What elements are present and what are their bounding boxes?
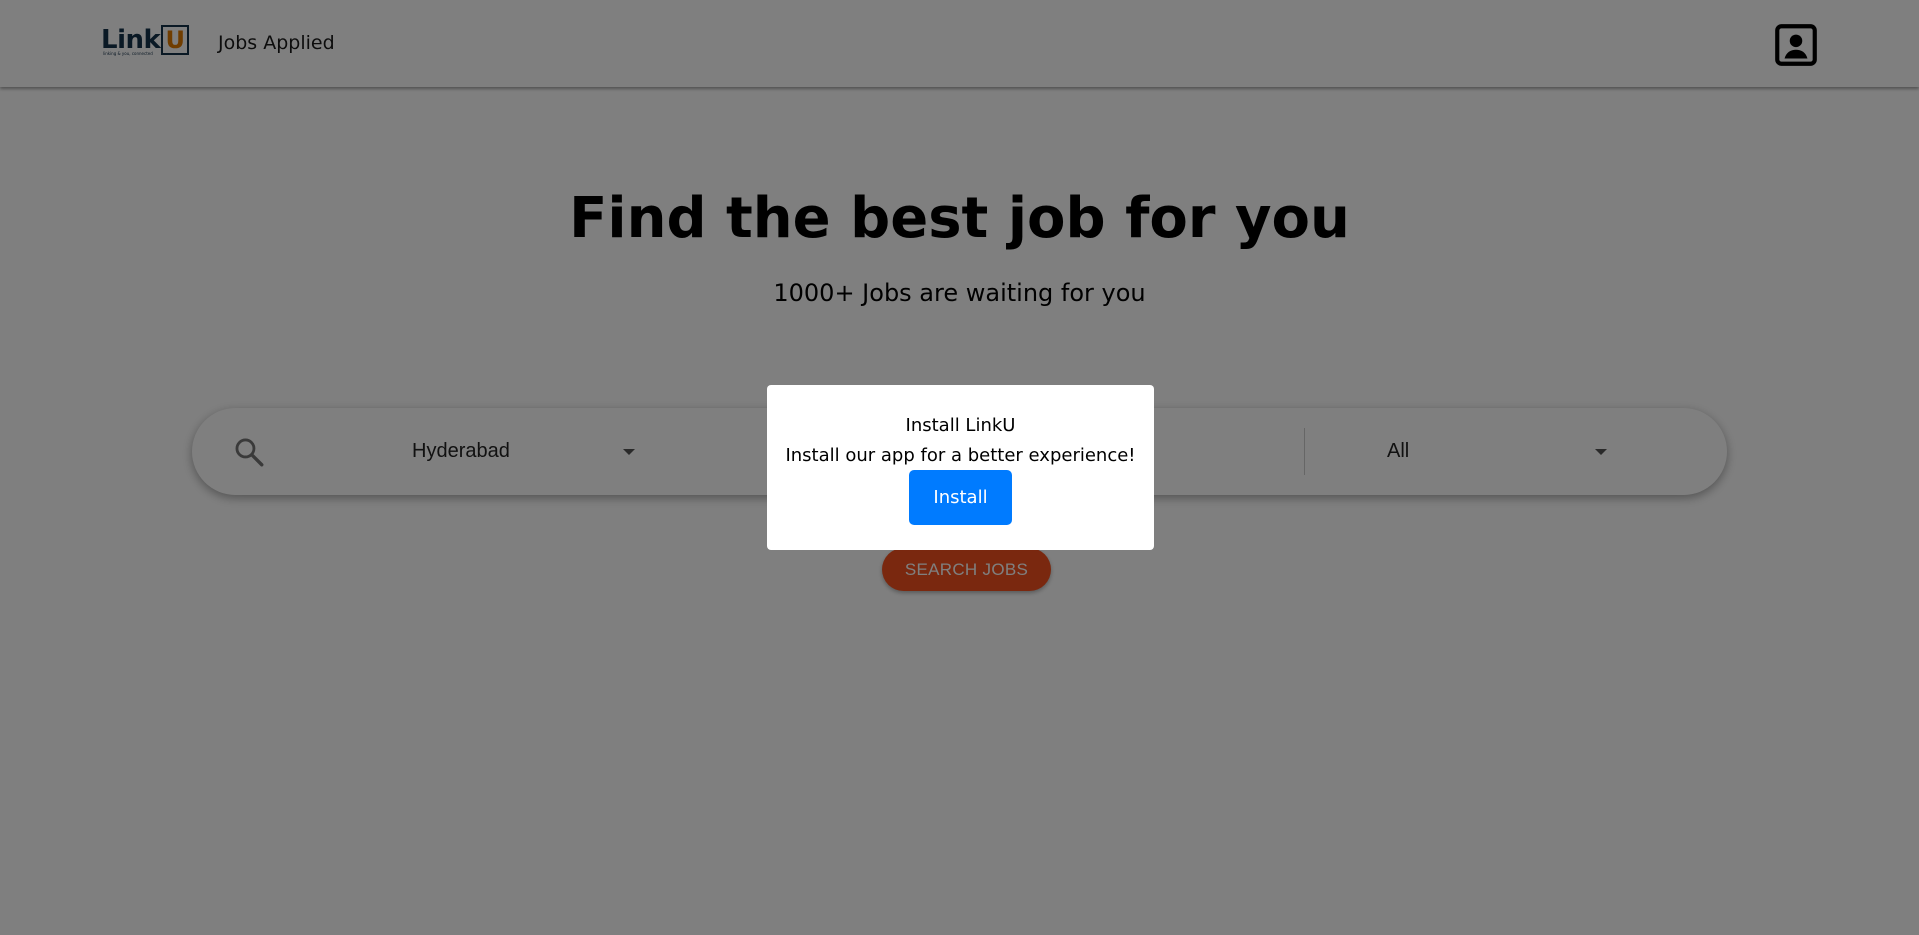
modal-title: Install LinkU — [905, 415, 1016, 436]
modal-backdrop[interactable]: Install LinkU Install our app for a bett… — [0, 0, 1919, 935]
modal-message: Install our app for a better experience! — [785, 445, 1136, 466]
install-app-modal: Install LinkU Install our app for a bett… — [767, 385, 1154, 550]
install-button[interactable]: Install — [909, 470, 1012, 525]
